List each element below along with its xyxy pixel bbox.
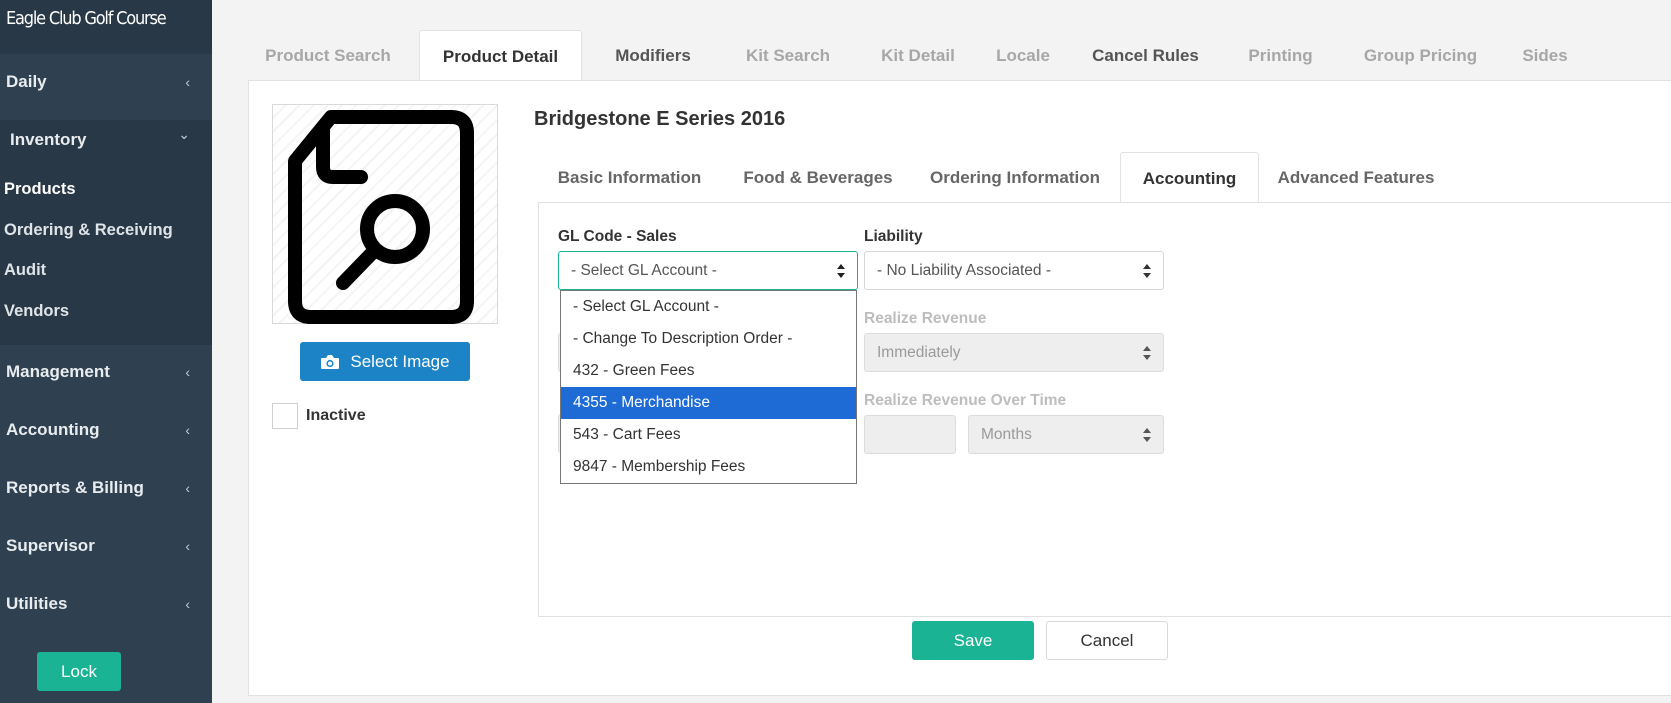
tab-product-search[interactable]: Product Search <box>248 30 408 81</box>
realize-revenue-value: Immediately <box>877 343 961 361</box>
select-arrows-icon <box>837 264 845 278</box>
nav-daily-label: Daily <box>6 72 47 91</box>
inactive-checkbox[interactable] <box>272 403 298 429</box>
gl-account-dropdown-list: - Select GL Account - - Change To Descri… <box>560 290 857 484</box>
chevron-left-icon: ‹ <box>185 538 190 554</box>
chevron-left-icon: ‹ <box>185 596 190 612</box>
nav-accounting[interactable]: Accounting ‹ <box>0 410 212 450</box>
dropdown-option[interactable]: 432 - Green Fees <box>561 355 856 387</box>
gl-code-sales-select[interactable]: - Select GL Account - <box>558 251 858 290</box>
chevron-left-icon: ‹ <box>185 480 190 496</box>
tab-kit-search[interactable]: Kit Search <box>723 30 853 81</box>
nav-utilities-label: Utilities <box>6 594 68 613</box>
tab-locale[interactable]: Locale <box>983 30 1063 81</box>
tab-food-beverages[interactable]: Food & Beverages <box>728 152 908 203</box>
nav-daily[interactable]: Daily ‹ <box>0 62 212 102</box>
tab-product-detail[interactable]: Product Detail <box>419 30 582 82</box>
nav-sub-products[interactable]: Products <box>4 180 76 199</box>
inactive-label: Inactive <box>306 407 366 424</box>
nav-sub-audit[interactable]: Audit <box>4 261 46 280</box>
document-search-icon <box>288 110 474 324</box>
dropdown-option[interactable]: - Select GL Account - <box>561 291 856 323</box>
period-unit-select: Months <box>968 415 1164 454</box>
chevron-left-icon: ‹ <box>185 364 190 380</box>
tab-kit-detail[interactable]: Kit Detail <box>863 30 973 81</box>
main-content: Product Search Product Detail Modifiers … <box>212 0 1671 703</box>
liability-value: - No Liability Associated - <box>877 261 1052 279</box>
select-arrows-icon <box>1143 428 1151 442</box>
brand-title[interactable]: Eagle Club Golf Course <box>6 8 167 29</box>
gl-code-sales-value: - Select GL Account - <box>571 261 717 279</box>
nav-reports-billing-label: Reports & Billing <box>6 478 144 497</box>
select-image-label: Select Image <box>350 351 450 371</box>
save-button[interactable]: Save <box>912 621 1034 660</box>
realize-revenue-select: Immediately <box>864 333 1164 372</box>
nav-supervisor[interactable]: Supervisor ‹ <box>0 526 212 566</box>
select-image-button[interactable]: Select Image <box>300 342 470 381</box>
camera-icon <box>321 354 340 369</box>
tab-accounting[interactable]: Accounting <box>1120 152 1259 204</box>
brand-header: Eagle Club Golf Course <box>0 0 212 54</box>
period-unit-value: Months <box>981 425 1032 443</box>
realize-revenue-label: Realize Revenue <box>864 310 987 327</box>
sidebar: Eagle Club Golf Course Daily ‹ Inventory… <box>0 0 212 703</box>
dropdown-option-highlighted[interactable]: 4355 - Merchandise <box>561 387 856 419</box>
nav-reports-billing[interactable]: Reports & Billing ‹ <box>0 468 212 508</box>
nav-utilities[interactable]: Utilities ‹ <box>0 584 212 624</box>
chevron-left-icon: ‹ <box>185 74 190 90</box>
dropdown-option[interactable]: - Change To Description Order - <box>561 323 856 355</box>
nav-inventory-label: Inventory <box>10 130 87 149</box>
nav-management[interactable]: Management ‹ <box>0 352 212 392</box>
dropdown-option[interactable]: 543 - Cart Fees <box>561 419 856 451</box>
tab-cancel-rules[interactable]: Cancel Rules <box>1073 30 1218 81</box>
nav-sub-vendors[interactable]: Vendors <box>4 302 69 321</box>
tab-sides[interactable]: Sides <box>1510 30 1580 81</box>
dropdown-option[interactable]: 9847 - Membership Fees <box>561 451 856 483</box>
nav-supervisor-label: Supervisor <box>6 536 95 555</box>
gl-code-sales-label: GL Code - Sales <box>558 228 677 245</box>
lock-button[interactable]: Lock <box>37 652 121 691</box>
tab-printing[interactable]: Printing <box>1228 30 1333 81</box>
liability-label: Liability <box>864 228 923 245</box>
tab-ordering-information[interactable]: Ordering Information <box>916 152 1114 203</box>
product-image-placeholder <box>272 104 498 324</box>
nav-management-label: Management <box>6 362 110 381</box>
nav-accounting-label: Accounting <box>6 420 100 439</box>
tab-group-pricing[interactable]: Group Pricing <box>1343 30 1498 81</box>
tab-modifiers[interactable]: Modifiers <box>593 30 713 81</box>
chevron-left-icon: ‹ <box>185 422 190 438</box>
select-arrows-icon <box>1143 264 1151 278</box>
tab-advanced-features[interactable]: Advanced Features <box>1266 152 1446 203</box>
realize-over-time-label: Realize Revenue Over Time <box>864 392 1067 409</box>
select-arrows-icon <box>1143 346 1151 360</box>
nav-sub-ordering-receiving[interactable]: Ordering & Receiving <box>4 221 173 240</box>
period-count-input <box>864 415 956 454</box>
product-title: Bridgestone E Series 2016 <box>534 108 786 130</box>
tab-basic-information[interactable]: Basic Information <box>538 152 721 203</box>
nav-inventory[interactable]: Inventory ⌄ <box>0 120 212 160</box>
cancel-button[interactable]: Cancel <box>1046 621 1168 660</box>
liability-select[interactable]: - No Liability Associated - <box>864 251 1164 290</box>
chevron-down-icon: ⌄ <box>178 126 190 142</box>
